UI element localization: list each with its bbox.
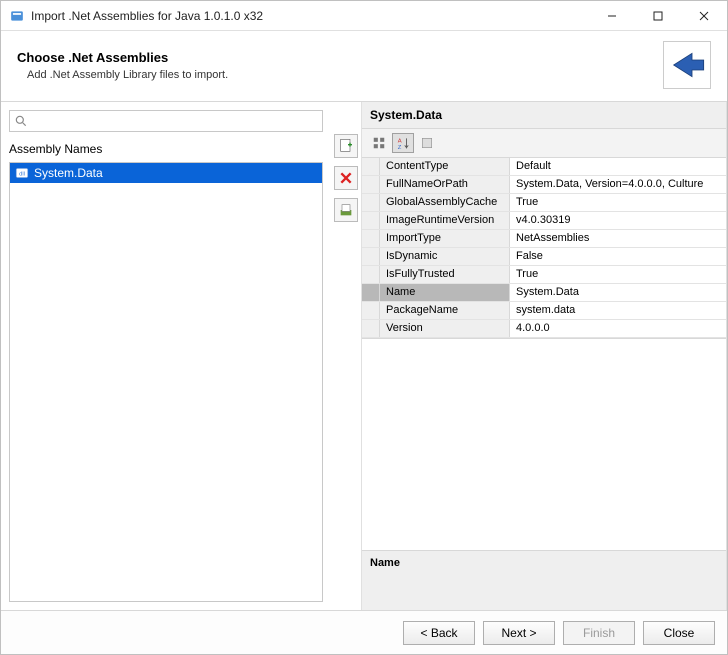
back-button[interactable]: < Back bbox=[403, 621, 475, 645]
description-panel: Name bbox=[362, 550, 726, 610]
assembly-list-label: Assembly Names bbox=[9, 142, 323, 156]
right-pane: System.Data AZ ContentTypeDefaultFullNam… bbox=[361, 102, 727, 610]
property-name: GlobalAssemblyCache bbox=[380, 194, 510, 211]
search-input[interactable] bbox=[9, 110, 323, 132]
property-value[interactable]: system.data bbox=[510, 302, 726, 319]
property-value[interactable]: NetAssemblies bbox=[510, 230, 726, 247]
row-gutter bbox=[362, 230, 380, 247]
maximize-button[interactable] bbox=[635, 1, 681, 30]
property-name: FullNameOrPath bbox=[380, 176, 510, 193]
detail-title: System.Data bbox=[362, 102, 726, 129]
property-name: ImageRuntimeVersion bbox=[380, 212, 510, 229]
property-name: Name bbox=[380, 284, 510, 301]
property-toolbar: AZ bbox=[362, 129, 726, 158]
property-row[interactable]: ImageRuntimeVersionv4.0.30319 bbox=[362, 212, 726, 230]
close-button[interactable]: Close bbox=[643, 621, 715, 645]
next-button[interactable]: Next > bbox=[483, 621, 555, 645]
assembly-item[interactable]: dll System.Data bbox=[10, 163, 322, 183]
remove-button[interactable] bbox=[334, 166, 358, 190]
app-icon bbox=[9, 8, 25, 24]
left-pane: Assembly Names dll System.Data bbox=[1, 102, 331, 610]
row-gutter bbox=[362, 302, 380, 319]
add-button[interactable] bbox=[334, 134, 358, 158]
assembly-item-label: System.Data bbox=[34, 166, 103, 180]
property-name: ImportType bbox=[380, 230, 510, 247]
property-row[interactable]: ImportTypeNetAssemblies bbox=[362, 230, 726, 248]
property-value[interactable]: 4.0.0.0 bbox=[510, 320, 726, 337]
property-name: Version bbox=[380, 320, 510, 337]
property-row[interactable]: IsDynamicFalse bbox=[362, 248, 726, 266]
categorized-icon[interactable] bbox=[368, 133, 390, 153]
property-grid[interactable]: ContentTypeDefaultFullNameOrPathSystem.D… bbox=[362, 158, 726, 339]
property-row[interactable]: NameSystem.Data bbox=[362, 284, 726, 302]
row-gutter bbox=[362, 194, 380, 211]
titlebar: Import .Net Assemblies for Java 1.0.1.0 … bbox=[1, 1, 727, 31]
property-value[interactable]: v4.0.30319 bbox=[510, 212, 726, 229]
property-row[interactable]: FullNameOrPathSystem.Data, Version=4.0.0… bbox=[362, 176, 726, 194]
property-value[interactable]: System.Data, Version=4.0.0.0, Culture bbox=[510, 176, 726, 193]
row-gutter bbox=[362, 158, 380, 175]
close-window-button[interactable] bbox=[681, 1, 727, 30]
row-gutter bbox=[362, 212, 380, 229]
property-name: PackageName bbox=[380, 302, 510, 319]
property-row[interactable]: PackageNamesystem.data bbox=[362, 302, 726, 320]
row-gutter bbox=[362, 266, 380, 283]
property-name: IsFullyTrusted bbox=[380, 266, 510, 283]
property-row[interactable]: GlobalAssemblyCacheTrue bbox=[362, 194, 726, 212]
property-row[interactable]: ContentTypeDefault bbox=[362, 158, 726, 176]
banner-subheading: Add .Net Assembly Library files to impor… bbox=[27, 69, 663, 81]
svg-text:dll: dll bbox=[19, 171, 25, 177]
property-pages-icon[interactable] bbox=[416, 133, 438, 153]
property-value[interactable]: System.Data bbox=[510, 284, 726, 301]
minimize-button[interactable] bbox=[589, 1, 635, 30]
property-value[interactable]: Default bbox=[510, 158, 726, 175]
property-value[interactable]: True bbox=[510, 266, 726, 283]
assembly-list[interactable]: dll System.Data bbox=[9, 162, 323, 602]
window-controls bbox=[589, 1, 727, 30]
row-gutter bbox=[362, 320, 380, 337]
property-grid-empty bbox=[362, 339, 726, 550]
banner-icon bbox=[663, 41, 711, 89]
svg-text:A: A bbox=[398, 138, 402, 144]
property-row[interactable]: IsFullyTrustedTrue bbox=[362, 266, 726, 284]
assembly-icon: dll bbox=[14, 165, 30, 181]
description-name: Name bbox=[370, 557, 718, 569]
wizard-banner: Choose .Net Assemblies Add .Net Assembly… bbox=[1, 31, 727, 102]
alphabetical-icon[interactable]: AZ bbox=[392, 133, 414, 153]
svg-text:Z: Z bbox=[398, 145, 402, 150]
property-value[interactable]: True bbox=[510, 194, 726, 211]
property-name: ContentType bbox=[380, 158, 510, 175]
row-gutter bbox=[362, 248, 380, 265]
banner-heading: Choose .Net Assemblies bbox=[17, 50, 663, 65]
property-value[interactable]: False bbox=[510, 248, 726, 265]
property-name: IsDynamic bbox=[380, 248, 510, 265]
row-gutter bbox=[362, 284, 380, 301]
property-row[interactable]: Version4.0.0.0 bbox=[362, 320, 726, 338]
wizard-footer: < Back Next > Finish Close bbox=[1, 610, 727, 654]
content-area: Assembly Names dll System.Data System.Da… bbox=[1, 102, 727, 610]
export-button[interactable] bbox=[334, 198, 358, 222]
finish-button[interactable]: Finish bbox=[563, 621, 635, 645]
action-toolbar bbox=[331, 102, 361, 610]
row-gutter bbox=[362, 176, 380, 193]
window-title: Import .Net Assemblies for Java 1.0.1.0 … bbox=[31, 9, 589, 23]
